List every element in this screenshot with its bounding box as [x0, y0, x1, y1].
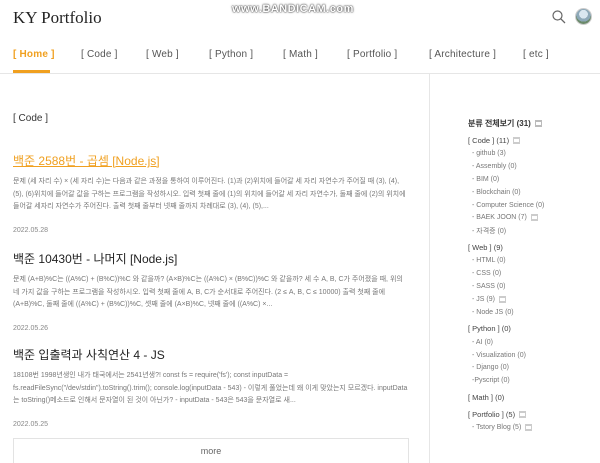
nav-item-etc[interactable]: [ etc ]	[523, 49, 549, 60]
sidebar-category-code[interactable]: [ Code ] (11)	[468, 133, 598, 147]
sidebar-subcategory[interactable]: - HTML (0)	[468, 254, 598, 267]
post-excerpt[interactable]: 문제 (세 자리 수) × (세 자리 수)는 다음과 같은 과정을 통하여 이…	[13, 176, 409, 214]
nav-item-architecture[interactable]: [ Architecture ]	[429, 49, 496, 60]
category-sidebar: 분류 전체보기 (31) [ Code ] (11) - github (3) …	[468, 116, 598, 434]
sidebar-subcategory[interactable]: - BAEK JOON (7)	[468, 211, 598, 224]
sidebar-category-web[interactable]: [ Web ] (9)	[468, 240, 598, 254]
subcategory-label: - Tstory Blog (5)	[472, 424, 522, 432]
post-title-link[interactable]: 백준 2588번 - 곱셈 [Node.js]	[13, 152, 409, 169]
nav-item-portfolio[interactable]: [ Portfolio ]	[347, 49, 397, 60]
sidebar-subcategory[interactable]: - SASS (0)	[468, 280, 598, 293]
sidebar-category-python[interactable]: [ Python ] (0)	[468, 322, 598, 336]
site-logo[interactable]: KY Portfolio	[13, 8, 102, 28]
sidebar-subcategory[interactable]: - Visualization (0)	[468, 349, 598, 362]
sidebar-title-label: 분류 전체보기 (31)	[468, 118, 531, 128]
new-badge-icon	[513, 136, 521, 144]
post-date: 2022.05.25	[13, 421, 49, 428]
sidebar-subcategory[interactable]: - github (3)	[468, 147, 598, 160]
sidebar-subcategory[interactable]: - CSS (0)	[468, 267, 598, 280]
new-badge-icon	[519, 410, 527, 418]
new-badge-icon	[534, 119, 542, 127]
sidebar-subcategory[interactable]: - Django (0)	[468, 361, 598, 374]
post-item: 백준 2588번 - 곱셈 [Node.js] 문제 (세 자리 수) × (세…	[13, 152, 409, 234]
sidebar-subcategory[interactable]: - Tstory Blog (5)	[468, 421, 598, 434]
recording-watermark: www.BANDICAM.com	[232, 3, 354, 15]
sidebar-subcategory[interactable]: -Pyscript (0)	[468, 374, 598, 387]
post-title-link[interactable]: 백준 10430번 - 나머지 [Node.js]	[13, 250, 409, 267]
category-heading: [ Code ]	[13, 113, 49, 124]
post-item: 백준 입출력과 사칙연산 4 - JS 18108번 1998년생인 내가 태국…	[13, 346, 409, 428]
new-badge-icon	[525, 424, 533, 432]
subcategory-label: - BAEK JOON (7)	[472, 214, 527, 222]
new-badge-icon	[498, 295, 506, 303]
nav-item-math[interactable]: [ Math ]	[283, 49, 318, 60]
nav-item-web[interactable]: [ Web ]	[146, 49, 179, 60]
search-button[interactable]	[551, 9, 567, 25]
sidebar-subcategory[interactable]: - AI (0)	[468, 336, 598, 349]
sidebar-subcategory[interactable]: - BIM (0)	[468, 173, 598, 186]
post-item: 백준 10430번 - 나머지 [Node.js] 문제 (A+B)%C는 ((…	[13, 250, 409, 332]
active-nav-underline	[13, 70, 50, 73]
sidebar-subcategory[interactable]: - 자격증 (0)	[468, 224, 598, 237]
main-navigation: [ Home ] [ Code ] [ Web ] [ Python ] [ M…	[0, 42, 600, 74]
sidebar-category-math[interactable]: [ Math ] (0)	[468, 390, 598, 404]
sidebar-subcategory[interactable]: - Node JS (0)	[468, 306, 598, 319]
category-label: [ Portfolio ] (5)	[468, 409, 516, 419]
post-excerpt[interactable]: 18108번 1998년생인 내가 태국에서는 2541년생?! const f…	[13, 370, 409, 408]
sidebar-subcategory[interactable]: - JS (9)	[468, 293, 598, 306]
search-icon	[552, 10, 566, 24]
nav-item-code[interactable]: [ Code ]	[81, 49, 118, 60]
nav-item-python[interactable]: [ Python ]	[209, 49, 253, 60]
category-label: [ Code ] (11)	[468, 135, 510, 145]
sidebar-subcategory[interactable]: - Assembly (0)	[468, 160, 598, 173]
sidebar-category-portfolio[interactable]: [ Portfolio ] (5)	[468, 407, 598, 421]
post-excerpt[interactable]: 문제 (A+B)%C는 ((A%C) + (B%C))%C 와 같을까? (A×…	[13, 274, 409, 312]
post-date: 2022.05.26	[13, 325, 49, 332]
post-date: 2022.05.28	[13, 227, 49, 234]
sidebar-subcategory[interactable]: - Computer Science (0)	[468, 199, 598, 212]
top-bar: KY Portfolio www.BANDICAM.com	[0, 0, 600, 36]
profile-avatar[interactable]	[575, 8, 592, 25]
sidebar-subcategory[interactable]: - Blockchain (0)	[468, 186, 598, 199]
subcategory-label: - JS (9)	[472, 295, 495, 303]
new-badge-icon	[530, 214, 538, 222]
more-button[interactable]: more	[13, 438, 409, 463]
post-title-link[interactable]: 백준 입출력과 사칙연산 4 - JS	[13, 346, 409, 363]
sidebar-divider	[429, 74, 430, 463]
sidebar-title[interactable]: 분류 전체보기 (31)	[468, 116, 598, 130]
nav-item-home[interactable]: [ Home ]	[13, 49, 55, 60]
